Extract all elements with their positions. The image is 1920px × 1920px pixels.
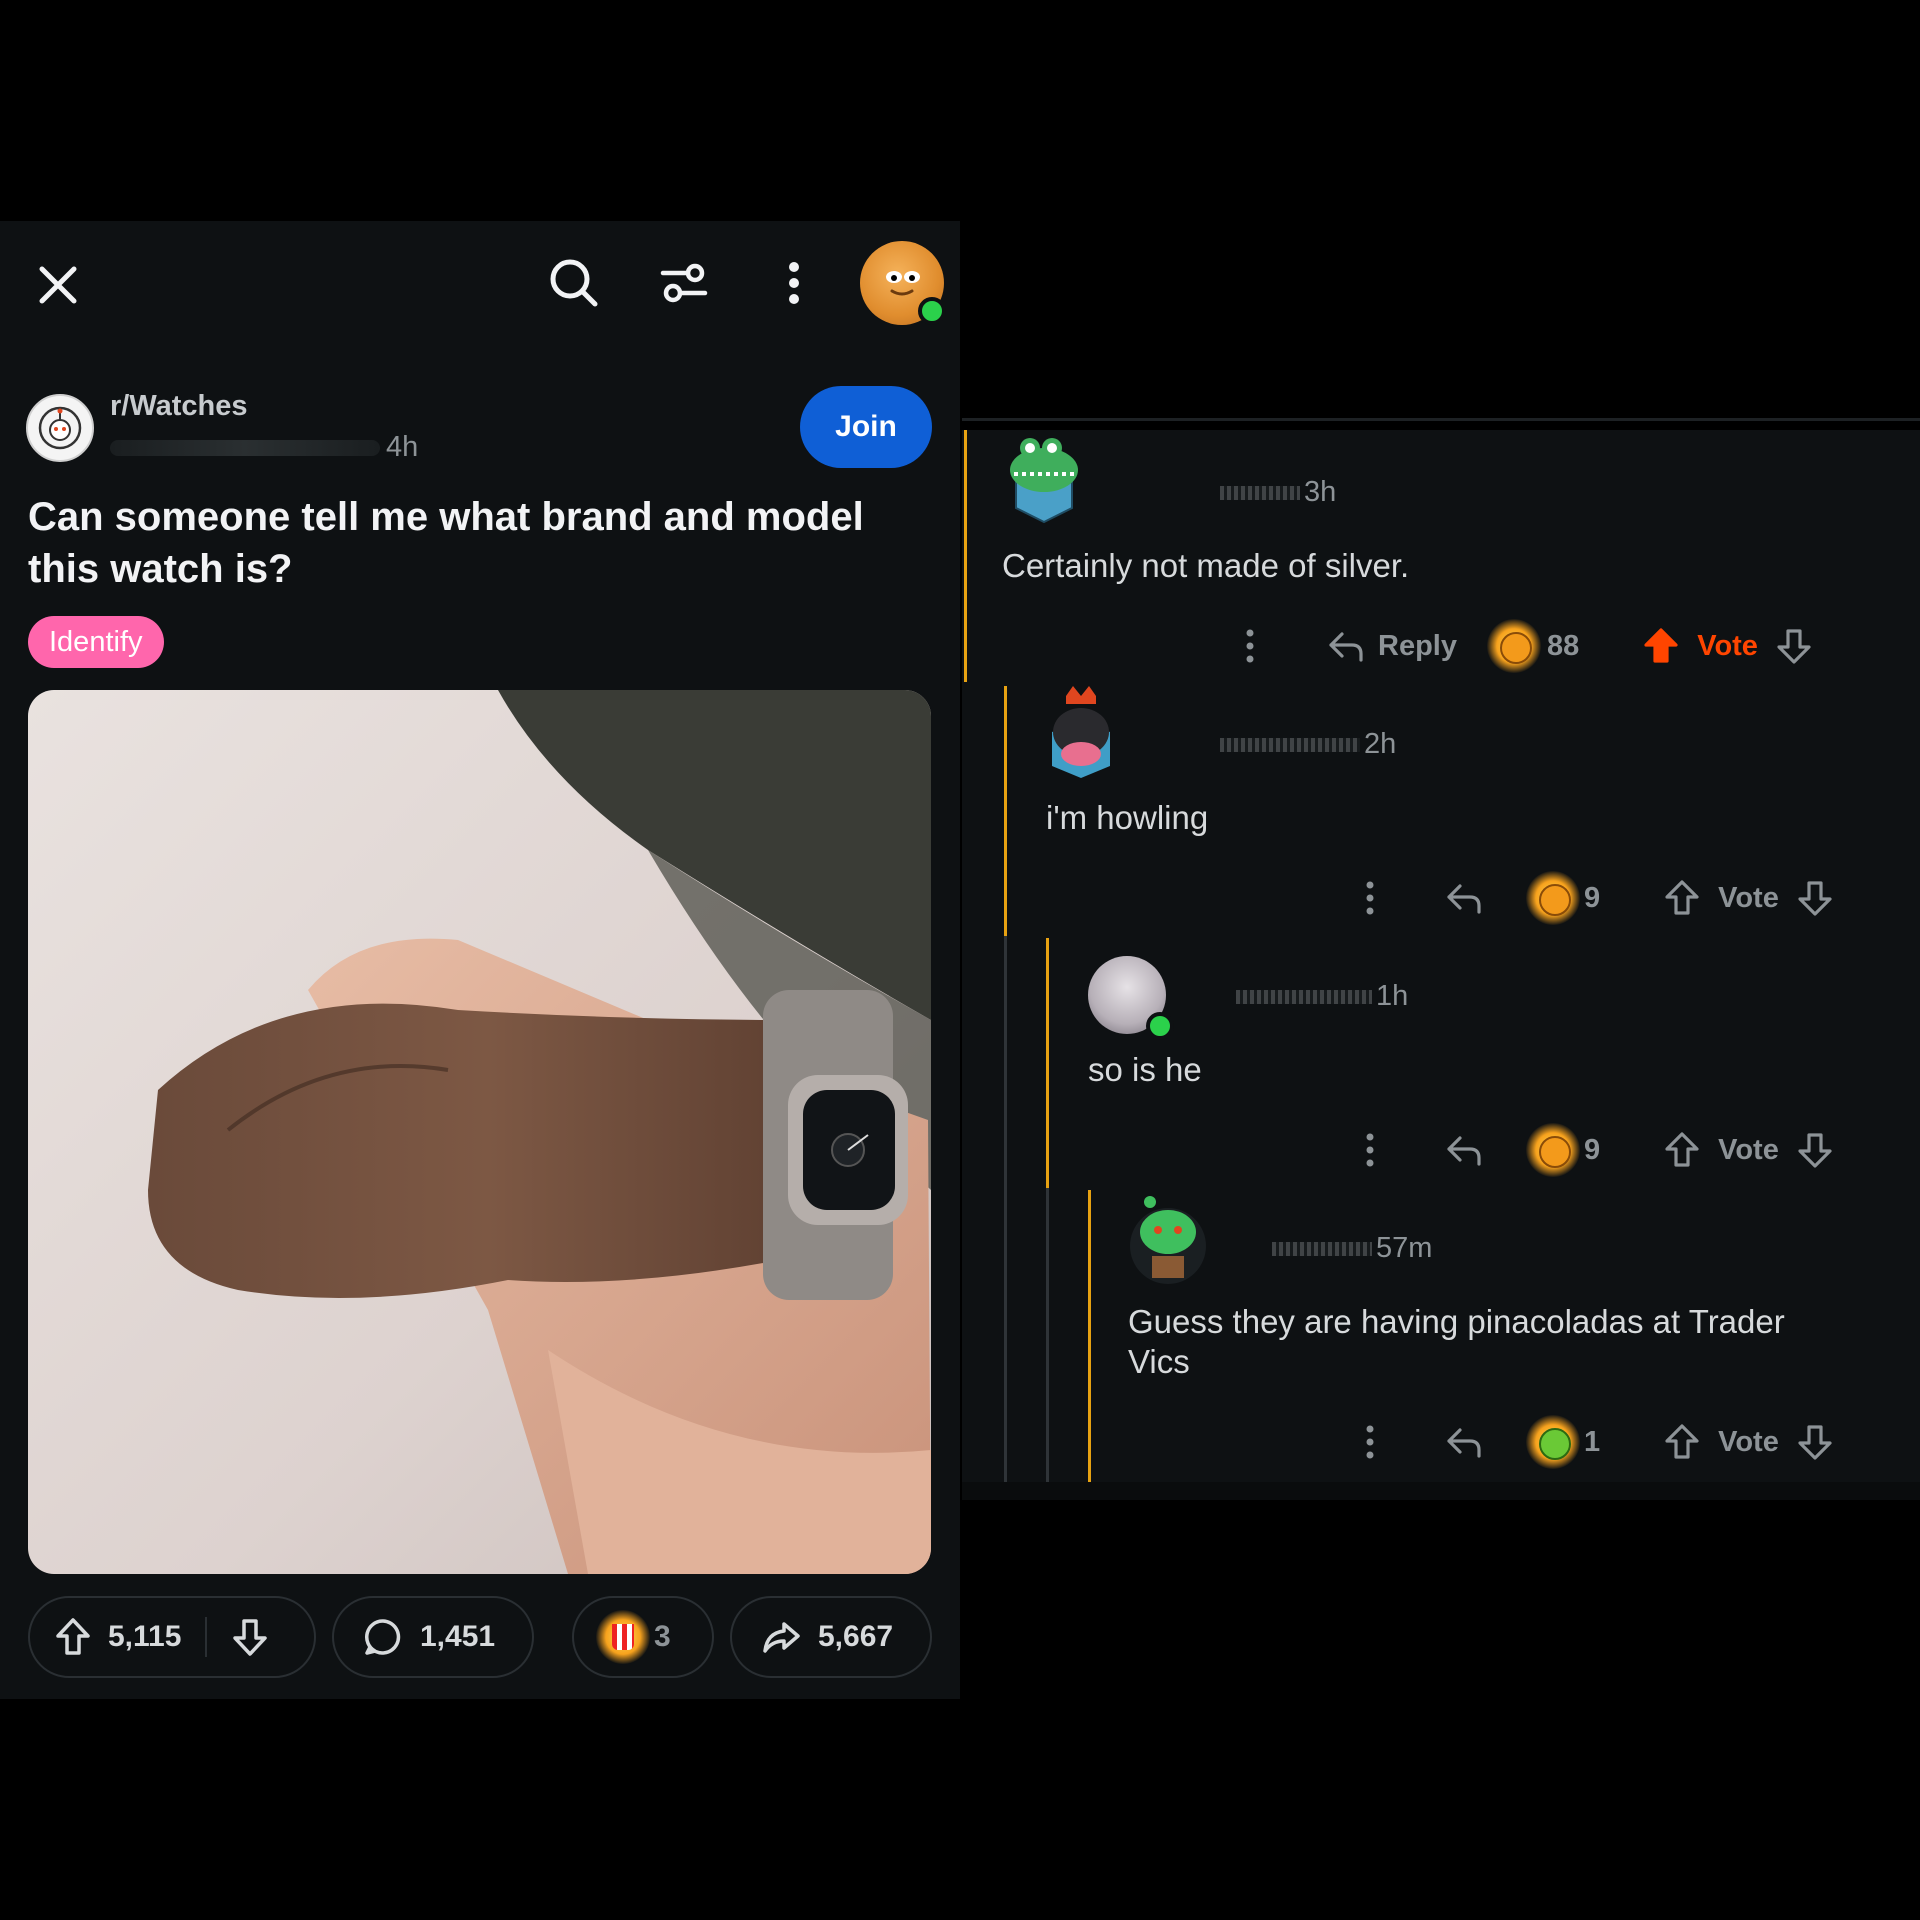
award-count: 3 bbox=[654, 1620, 671, 1653]
comment-actions: 9 Vote bbox=[1364, 868, 1835, 928]
comment-meta: 57m bbox=[1272, 1232, 1432, 1265]
vote-label: Vote bbox=[1697, 629, 1758, 662]
share-button[interactable]: 5,667 bbox=[730, 1596, 932, 1678]
laughing-award-icon[interactable] bbox=[1526, 871, 1580, 925]
online-status-dot bbox=[1146, 1012, 1174, 1040]
post-flair[interactable]: Identify bbox=[28, 616, 164, 668]
comments-bottom-edge bbox=[962, 1482, 1920, 1500]
comment-text: so is he bbox=[1088, 1051, 1202, 1088]
comment-time: 57m bbox=[1376, 1232, 1433, 1264]
post-panel: r/Watches 4h Join Can someone tell me wh… bbox=[0, 221, 960, 1699]
post-time: 4h bbox=[386, 431, 419, 463]
thread-line bbox=[1046, 1188, 1049, 1500]
more-options-icon[interactable] bbox=[1364, 1422, 1376, 1462]
comment-text: Certainly not made of silver. bbox=[1002, 547, 1410, 584]
more-options-icon[interactable] bbox=[1364, 878, 1376, 918]
upvote-icon[interactable] bbox=[1662, 878, 1702, 918]
vote-label: Vote bbox=[1718, 1425, 1779, 1458]
upvote-icon[interactable] bbox=[1641, 626, 1681, 666]
post-meta: 4h bbox=[110, 431, 418, 464]
online-status-dot bbox=[918, 297, 946, 325]
more-options-icon[interactable] bbox=[770, 253, 818, 313]
comments-panel: 3h Certainly not made of silver. Reply 8… bbox=[962, 430, 1920, 1500]
redacted-username bbox=[1272, 1242, 1372, 1257]
comment-time: 1h bbox=[1376, 980, 1409, 1012]
popcorn-award-icon bbox=[596, 1610, 650, 1664]
vote-label: Vote bbox=[1718, 881, 1779, 914]
share-icon bbox=[760, 1616, 802, 1658]
subreddit-name[interactable]: r/Watches bbox=[110, 390, 248, 423]
comment-meta: 1h bbox=[1236, 980, 1408, 1013]
post-title[interactable]: Can someone tell me what brand and model… bbox=[28, 491, 928, 595]
laughing-award-icon[interactable] bbox=[1486, 619, 1541, 673]
thread-line bbox=[964, 430, 967, 682]
thread-line bbox=[1088, 1190, 1091, 1482]
share-count: 5,667 bbox=[818, 1620, 894, 1653]
commenter-avatar[interactable] bbox=[1002, 430, 1086, 526]
comment-meta: 3h bbox=[1220, 476, 1336, 509]
thread-line bbox=[1046, 938, 1049, 1188]
post-image[interactable] bbox=[28, 690, 931, 1574]
reply-button[interactable]: Reply bbox=[1326, 626, 1457, 666]
commenter-avatar[interactable] bbox=[1128, 1190, 1208, 1286]
reply-icon[interactable] bbox=[1444, 1422, 1484, 1462]
comment-text: Guess they are having pinacoladas at Tra… bbox=[1128, 1303, 1785, 1380]
redacted-username bbox=[1220, 738, 1360, 753]
award-count: 1 bbox=[1584, 1425, 1601, 1458]
comment-time: 2h bbox=[1364, 728, 1397, 760]
upvote-icon[interactable] bbox=[1662, 1130, 1702, 1170]
thread-line bbox=[1004, 686, 1007, 936]
comment-meta: 2h bbox=[1220, 728, 1396, 761]
redacted-username bbox=[110, 440, 380, 457]
commenter-avatar[interactable] bbox=[1046, 682, 1116, 780]
comment-text: i'm howling bbox=[1046, 799, 1209, 836]
reply-label: Reply bbox=[1378, 629, 1457, 662]
award-count: 9 bbox=[1584, 1133, 1601, 1166]
comment-count: 1,451 bbox=[420, 1620, 496, 1653]
subreddit-avatar[interactable] bbox=[26, 394, 94, 462]
reply-icon[interactable] bbox=[1444, 878, 1484, 918]
reply-icon bbox=[1329, 632, 1363, 662]
upvote-count: 5,115 bbox=[108, 1620, 182, 1653]
award-count: 88 bbox=[1546, 629, 1580, 662]
comment-actions: Reply 88 Vote bbox=[1244, 616, 1814, 676]
downvote-icon[interactable] bbox=[1795, 878, 1835, 918]
close-icon[interactable] bbox=[30, 257, 86, 313]
reply-icon[interactable] bbox=[1444, 1130, 1484, 1170]
comments-divider bbox=[962, 418, 1920, 421]
comment-icon bbox=[362, 1616, 404, 1658]
award-count: 9 bbox=[1584, 881, 1601, 914]
join-button[interactable]: Join bbox=[800, 386, 932, 468]
thread-line bbox=[1004, 936, 1007, 1500]
green-award-icon[interactable] bbox=[1526, 1415, 1580, 1469]
user-avatar[interactable] bbox=[860, 241, 946, 325]
redacted-username bbox=[1236, 990, 1372, 1005]
comment-actions: 1 Vote bbox=[1364, 1412, 1835, 1472]
comment-actions: 9 Vote bbox=[1364, 1120, 1835, 1180]
award-button[interactable]: 3 bbox=[572, 1596, 714, 1678]
upvote-icon[interactable] bbox=[52, 1616, 94, 1658]
comments-button[interactable]: 1,451 bbox=[332, 1596, 534, 1678]
comment-time: 3h bbox=[1304, 476, 1337, 508]
vote-label: Vote bbox=[1718, 1133, 1779, 1166]
laughing-award-icon[interactable] bbox=[1526, 1123, 1580, 1177]
downvote-icon[interactable] bbox=[229, 1616, 271, 1658]
upvote-icon[interactable] bbox=[1662, 1422, 1702, 1462]
downvote-icon[interactable] bbox=[1795, 1422, 1835, 1462]
more-options-icon[interactable] bbox=[1244, 626, 1256, 666]
redacted-username bbox=[1220, 486, 1300, 501]
downvote-icon[interactable] bbox=[1795, 1130, 1835, 1170]
downvote-icon[interactable] bbox=[1774, 626, 1814, 666]
commenter-avatar[interactable] bbox=[1088, 956, 1174, 1040]
vote-divider bbox=[205, 1617, 208, 1657]
vote-pill: 5,115 bbox=[28, 1596, 316, 1678]
more-options-icon[interactable] bbox=[1364, 1130, 1376, 1170]
search-icon[interactable] bbox=[544, 253, 604, 313]
filter-icon[interactable] bbox=[654, 253, 714, 313]
